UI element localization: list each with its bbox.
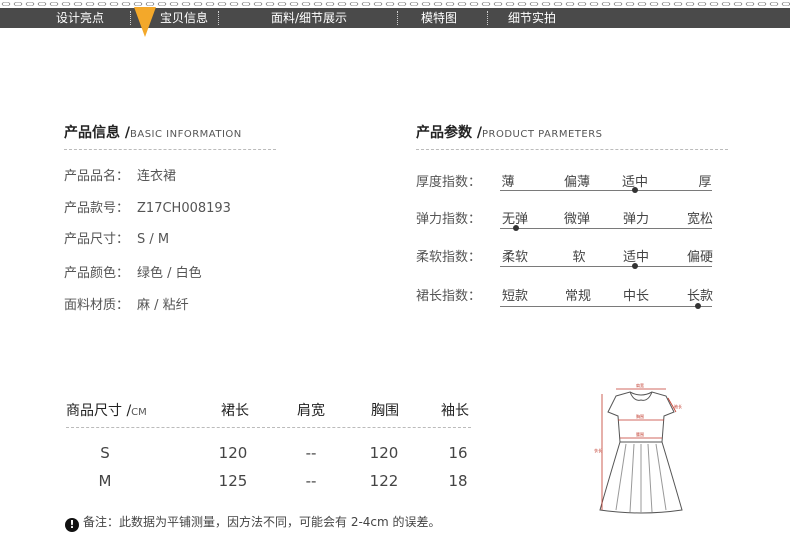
parameters-title: 产品参数 / [416, 125, 482, 141]
info-value: 连衣裙 [137, 169, 177, 184]
size-cell: M [98, 472, 112, 490]
diagram-label-waist: 腰围 [636, 431, 644, 437]
size-cell: 16 [448, 444, 468, 462]
tab-detail-photos[interactable]: 细节实拍 [508, 8, 556, 28]
size-header-chest: 胸围 [371, 403, 399, 419]
param-option: 偏薄 [563, 175, 590, 190]
param-option: 常规 [564, 289, 591, 304]
info-row-sizes: 产品尺寸： S / M [64, 228, 169, 247]
param-scale-line [500, 190, 712, 191]
size-table-unit: CM [131, 407, 147, 418]
param-label-thickness: 厚度指数： [416, 175, 482, 190]
parameters-subtitle: PRODUCT PARMETERS [482, 129, 603, 140]
size-header-sleeve: 袖长 [441, 403, 469, 419]
dress-skirt-folds [615, 443, 667, 513]
note-text: 备注：此数据为平铺测量，因方法不同，可能会有 2-4cm 的误差。 [83, 515, 441, 529]
info-value: S / M [137, 232, 170, 247]
param-indicator-dot [632, 263, 638, 269]
basic-info-title: 产品信息 / [64, 125, 130, 141]
tab-design-highlights[interactable]: 设计亮点 [56, 8, 104, 28]
diagram-label-shoulder: 肩宽 [636, 382, 644, 388]
param-option: 弹力 [622, 212, 649, 227]
size-cell: 120 [218, 444, 248, 462]
info-label: 产品尺寸： [64, 232, 130, 247]
info-value: Z17CH008193 [137, 201, 231, 216]
info-row-name: 产品品名： 连衣裙 [64, 165, 176, 184]
param-label-length: 裙长指数： [416, 289, 482, 304]
size-header-shoulder: 肩宽 [297, 403, 325, 419]
info-label: 面料材质： [64, 298, 130, 313]
param-indicator-dot [513, 225, 519, 231]
info-row-style-no: 产品款号： Z17CH008193 [64, 197, 231, 216]
parameters-heading: 产品参数 /PRODUCT PARMETERS [416, 122, 603, 142]
nav-separator [487, 11, 488, 25]
size-table-title: 商品尺寸 /CM [66, 400, 147, 420]
param-scale-line [500, 306, 712, 307]
nav-separator [130, 11, 131, 25]
size-table-title-text: 商品尺寸 / [66, 403, 132, 419]
param-option: 柔软 [501, 250, 528, 265]
size-cell: S [100, 444, 110, 462]
info-label: 产品款号： [64, 201, 130, 216]
param-option: 宽松 [686, 212, 713, 227]
basic-info-heading: 产品信息 /BASIC INFORMATION [64, 122, 242, 142]
param-indicator-dot [695, 303, 701, 309]
info-value: 麻 / 粘纤 [137, 298, 189, 313]
param-option: 软 [572, 250, 586, 265]
info-label: 产品颜色： [64, 266, 130, 281]
tab-model-photos[interactable]: 模特图 [421, 8, 457, 28]
tab-fabric-details[interactable]: 面料/细节展示 [271, 8, 347, 28]
tab-product-info[interactable]: 宝贝信息 [160, 8, 208, 28]
info-label: 产品品名： [64, 169, 130, 184]
measurement-note: ! 备注：此数据为平铺测量，因方法不同，可能会有 2-4cm 的误差。 [65, 513, 441, 532]
section-divider [64, 149, 276, 150]
size-cell: 18 [448, 472, 468, 490]
nav-separator [397, 11, 398, 25]
info-value: 绿色 / 白色 [137, 266, 202, 281]
top-chain-border [0, 0, 790, 8]
info-row-material: 面料材质： 麻 / 粘纤 [64, 294, 189, 313]
size-cell: -- [305, 472, 317, 490]
param-scale-line [500, 228, 712, 229]
nav-bar: 设计亮点 宝贝信息 面料/细节展示 模特图 细节实拍 [0, 8, 790, 28]
info-row-colors: 产品颜色： 绿色 / 白色 [64, 262, 202, 281]
nav-separator [218, 11, 219, 25]
param-label-elasticity: 弹力指数： [416, 212, 482, 227]
param-option: 薄 [501, 175, 515, 190]
size-header-length: 裙长 [221, 403, 249, 419]
param-label-softness: 柔软指数： [416, 250, 482, 265]
param-option: 偏硬 [686, 250, 713, 265]
param-option: 微弹 [563, 212, 590, 227]
dress-measurement-diagram: 肩宽 胸围 腰围 袖长 衣长 [594, 382, 683, 514]
param-scale-line [500, 266, 712, 267]
active-tab-marker [134, 7, 156, 37]
basic-info-subtitle: BASIC INFORMATION [130, 129, 242, 140]
param-option: 短款 [501, 289, 528, 304]
exclamation-icon: ! [65, 518, 79, 532]
section-divider [416, 149, 728, 150]
size-cell: 120 [369, 444, 399, 462]
param-option: 长款 [686, 289, 713, 304]
size-cell: 122 [369, 472, 399, 490]
param-indicator-dot [632, 187, 638, 193]
diagram-label-sleeve: 袖长 [674, 403, 682, 409]
size-table-divider [66, 427, 471, 428]
param-option: 中长 [622, 289, 649, 304]
size-cell: -- [305, 444, 317, 462]
param-option: 适中 [622, 250, 649, 265]
size-cell: 125 [218, 472, 248, 490]
diagram-label-chest: 胸围 [636, 413, 644, 419]
diagram-label-length: 衣长 [594, 447, 602, 453]
param-option: 厚 [698, 175, 712, 190]
